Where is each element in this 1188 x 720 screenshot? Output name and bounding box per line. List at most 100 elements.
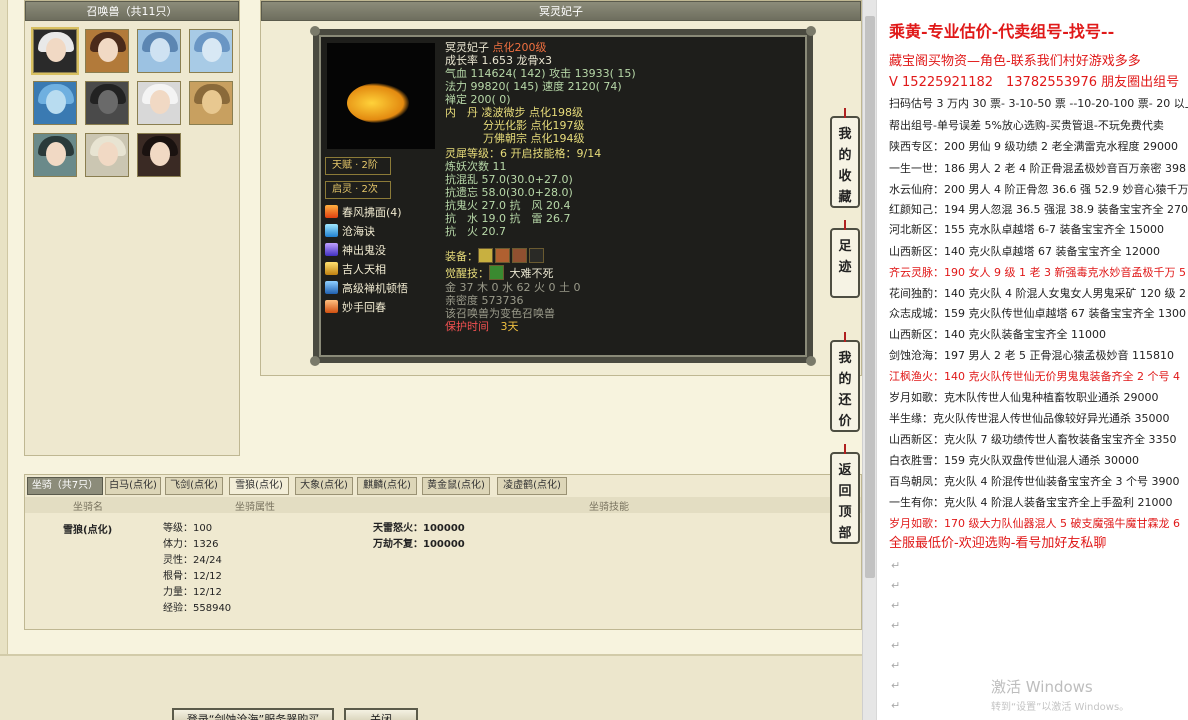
mount-attr-1: 等级：100 bbox=[163, 523, 213, 534]
pet-resist-1: 抗混乱 57.0(30.0+27.0) bbox=[445, 173, 573, 186]
skill-1[interactable]: 春风拂面(4) bbox=[325, 205, 402, 223]
card-corner bbox=[806, 356, 816, 366]
doc-line-19: 半生缘：克火队传世混人传世仙品像较好异光通杀 35000 bbox=[889, 412, 1170, 425]
side-button-back-to-top[interactable]: 返回顶部 bbox=[830, 444, 860, 544]
skill-3[interactable]: 神出鬼没 bbox=[325, 243, 386, 261]
protect-label: 保护时间 bbox=[445, 320, 489, 333]
skill-icon bbox=[325, 224, 338, 237]
mount-skill-1: 天雷怒火：100000 bbox=[373, 523, 465, 534]
mount-tab-2[interactable]: 飞剑(点化) bbox=[165, 477, 223, 495]
pet-list-panel: 召唤兽（共11只） bbox=[24, 0, 240, 456]
doc-line-15: 山西新区：140 克火队装备宝宝齐全 11000 bbox=[889, 328, 1106, 341]
mount-tab-6[interactable]: 黄金鼠(点化) bbox=[422, 477, 490, 495]
skill-6[interactable]: 妙手回春 bbox=[325, 300, 386, 318]
pet-avatar-1[interactable] bbox=[31, 27, 79, 75]
mount-tab-1[interactable]: 白马(点化) bbox=[105, 477, 161, 495]
side-button-char: 迹 bbox=[838, 260, 852, 275]
scrollbar-thumb[interactable] bbox=[865, 16, 875, 578]
awaken-icon bbox=[489, 265, 504, 280]
pet-avatar-6[interactable] bbox=[85, 81, 129, 125]
equip-slot-3[interactable] bbox=[512, 248, 527, 263]
pet-refine: 炼妖次数 11 bbox=[445, 160, 507, 173]
mount-tab-3[interactable]: 雪狼(点化) bbox=[229, 477, 289, 495]
pet-avatar-5[interactable] bbox=[33, 81, 77, 125]
awaken-skill: 大难不死 bbox=[509, 267, 554, 280]
skill-icon bbox=[325, 205, 338, 218]
pet-detail-panel: 冥灵妃子 天赋 · 2阶 启灵 · 2次 春风拂面(4) 沧海诀 神出鬼没 吉人… bbox=[260, 0, 862, 376]
mount-attr-6: 经验：558940 bbox=[163, 603, 232, 614]
col-mount-attr: 坐骑属性 bbox=[235, 502, 275, 513]
activation-watermark: 激活 Windows bbox=[991, 678, 1093, 696]
mount-attr-5: 力量：12/12 bbox=[163, 587, 222, 598]
doc-line-25: 全服最低价-欢迎选购-看号加好友私聊 bbox=[889, 536, 1107, 551]
pet-avatar-4[interactable] bbox=[189, 29, 233, 73]
bottom-bar: 登录“剑蚀沧海”服务器购买 关闭 bbox=[0, 654, 862, 720]
mount-tab-4[interactable]: 大象(点化) bbox=[295, 477, 353, 495]
empty-paragraph-mark: ↵ bbox=[891, 579, 901, 592]
doc-line-6: 陕西专区：200 男仙 9 级功绩 2 老全满雷克水程度 29000 bbox=[889, 140, 1178, 153]
card-corner bbox=[310, 26, 320, 36]
pet-neidan-2: 分光化影 点化197级 bbox=[483, 119, 585, 132]
side-button-char: 返 bbox=[838, 463, 852, 478]
equip-slot-1[interactable] bbox=[478, 248, 493, 263]
empty-paragraph-mark: ↵ bbox=[891, 619, 901, 632]
doc-line-9: 红颜知己：194 男人忽混 36.5 强混 38.9 装备宝宝齐全 2700 bbox=[889, 203, 1188, 216]
empty-paragraph-mark: ↵ bbox=[891, 559, 901, 572]
side-button-footprint[interactable]: 足迹 bbox=[830, 220, 860, 298]
side-button-char: 的 bbox=[838, 372, 852, 387]
pet-speed: 速度 2120( 74) bbox=[542, 80, 622, 93]
side-button-char: 部 bbox=[838, 526, 852, 541]
side-button-favorites[interactable]: 我的收藏 bbox=[830, 108, 860, 208]
pet-intimacy: 亲密度 573736 bbox=[445, 294, 524, 307]
mount-attr-4: 根骨：12/12 bbox=[163, 571, 222, 582]
mount-attr-3: 灵性：24/24 bbox=[163, 555, 222, 566]
equip-slot-2[interactable] bbox=[495, 248, 510, 263]
pet-detail-title: 冥灵妃子 bbox=[261, 1, 861, 21]
mount-panel: 坐骑（共7只） 白马(点化) 飞剑(点化) 雪狼(点化) 大象(点化) 麒麟(点… bbox=[24, 474, 862, 630]
pet-attack: 攻击 13933( 15) bbox=[549, 67, 636, 80]
buy-button[interactable]: 登录“剑蚀沧海”服务器购买 bbox=[172, 708, 334, 720]
pet-stats: 冥灵妃子 点化200级 成长率 1.653 龙骨x3 气血 114624( 14… bbox=[445, 41, 805, 333]
pet-name-note: 点化200级 bbox=[492, 41, 547, 54]
pet-avatar-9[interactable] bbox=[33, 133, 77, 177]
doc-line-12: 齐云灵脉：190 女人 9 级 1 老 3 新强毒克水妙音孟极千万 5 bbox=[889, 266, 1186, 279]
pet-avatar-8[interactable] bbox=[189, 81, 233, 125]
empty-paragraph-mark: ↵ bbox=[891, 659, 901, 672]
pet-resist-4: 抗 水 19.0 抗 雷 26.7 bbox=[445, 212, 571, 225]
pet-hp: 气血 114624( 142) bbox=[445, 67, 546, 80]
page-scrollbar[interactable] bbox=[862, 0, 876, 720]
pet-avatar-11[interactable] bbox=[137, 133, 181, 177]
mount-tab-5[interactable]: 麒麟(点化) bbox=[357, 477, 417, 495]
pet-panel-title: 召唤兽（共11只） bbox=[25, 1, 239, 21]
close-button[interactable]: 关闭 bbox=[344, 708, 418, 720]
game-page: 召唤兽（共11只） 冥灵妃子 天赋 · 2阶 启灵 · 2次 春风拂面(4) 沧… bbox=[0, 0, 862, 720]
pet-avatar-2[interactable] bbox=[85, 29, 129, 73]
pet-avatar-10[interactable] bbox=[85, 133, 129, 177]
doc-line-13: 花间独酌：140 克火队 4 阶混人女鬼女人男鬼采矿 120 级 2 bbox=[889, 287, 1186, 300]
pet-avatar-3[interactable] bbox=[137, 29, 181, 73]
side-button-char: 我 bbox=[838, 127, 852, 142]
pet-resist-3: 抗鬼火 27.0 抗 风 20.4 bbox=[445, 199, 571, 212]
card-corner bbox=[806, 26, 816, 36]
pet-neidan-1: 内 丹 凌波微步 点化198级 bbox=[445, 106, 583, 119]
mount-tab-7[interactable]: 凌虚鹤(点化) bbox=[497, 477, 567, 495]
doc-line-21: 白衣胜雪：159 克火队双盘传世仙混人通杀 30000 bbox=[889, 454, 1139, 467]
pet-portrait bbox=[327, 43, 435, 149]
activation-watermark-sub: 转到“设置”以激活 Windows。 bbox=[991, 702, 1130, 713]
equip-slot-4[interactable] bbox=[529, 248, 544, 263]
pet-avatar-7[interactable] bbox=[137, 81, 181, 125]
side-button-counteroffer[interactable]: 我的还价 bbox=[830, 332, 860, 432]
empty-paragraph-mark: ↵ bbox=[891, 699, 901, 712]
doc-line-7: 一生一世：186 男人 2 老 4 阶正骨混孟极妙音百万亲密 398 bbox=[889, 162, 1186, 175]
mount-attr-2: 体力：1326 bbox=[163, 539, 219, 550]
skill-4[interactable]: 吉人天相 bbox=[325, 262, 386, 280]
side-button-char: 足 bbox=[838, 239, 852, 254]
pet-note: 该召唤兽为变色召唤兽 bbox=[445, 307, 555, 320]
fox-flame-image bbox=[347, 83, 409, 123]
skill-2[interactable]: 沧海诀 bbox=[325, 224, 375, 242]
empty-paragraph-mark: ↵ bbox=[891, 679, 901, 692]
doc-line-1: 乘黄-专业估价-代卖组号-找号-- bbox=[889, 22, 1115, 41]
pet-zen: 禅定 200( 0) bbox=[445, 93, 511, 106]
skill-5[interactable]: 高级禅机顿悟 bbox=[325, 281, 408, 299]
doc-line-22: 百鸟朝凤：克火队 4 阶混传世仙装备宝宝齐全 3 个号 3900 bbox=[889, 475, 1180, 488]
